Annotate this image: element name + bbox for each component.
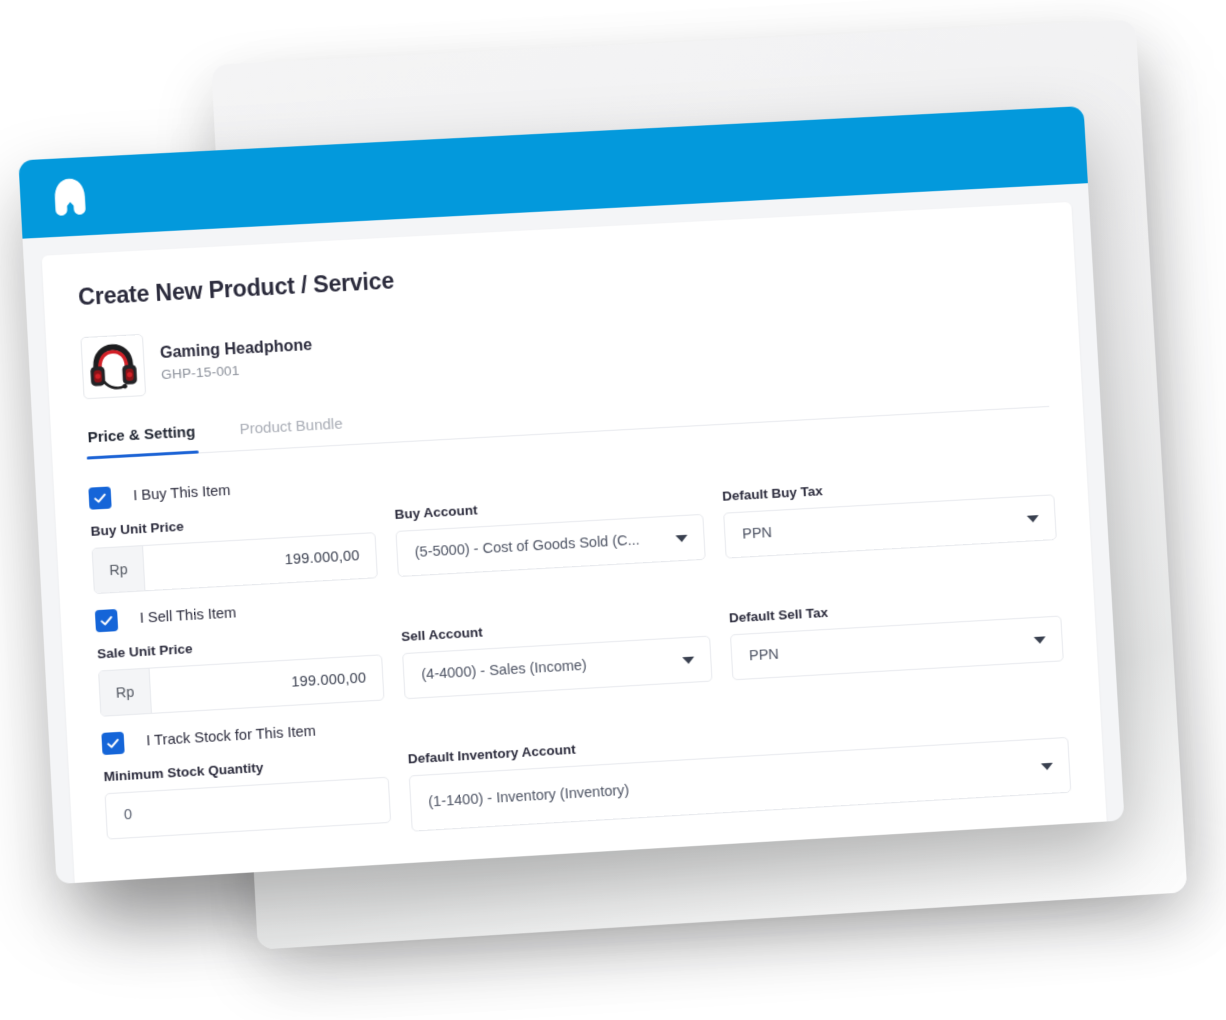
default-sell-tax-select[interactable]: PPN [729, 615, 1064, 681]
buy-unit-price-input-group[interactable]: Rp 199.000,00 [91, 532, 378, 595]
default-sell-tax-field: Default Sell Tax PPN [729, 592, 1064, 681]
tab-price-and-setting[interactable]: Price & Setting [85, 423, 198, 458]
checkbox-i-buy-this-item[interactable] [88, 486, 112, 510]
sale-currency-prefix: Rp [99, 668, 152, 716]
sell-account-value: (4-4000) - Sales (Income) [420, 657, 588, 684]
buy-unit-price-input[interactable]: 199.000,00 [143, 533, 377, 590]
sale-unit-price-input[interactable]: 199.000,00 [150, 655, 384, 712]
default-buy-tax-select[interactable]: PPN [723, 494, 1057, 559]
default-buy-tax-field: Default Buy Tax PPN [722, 470, 1057, 559]
check-icon [93, 491, 108, 506]
checkbox-i-track-stock-for-this-item[interactable] [101, 731, 125, 756]
chevron-down-icon [1040, 762, 1054, 770]
application-window: Create New Product / Service Gaming Head… [18, 105, 1125, 885]
sale-unit-price-input-group[interactable]: Rp 199.000,00 [98, 654, 385, 717]
buy-unit-price-field: Buy Unit Price Rp 199.000,00 [90, 508, 378, 595]
accurate-arch-logo-icon [45, 173, 94, 221]
minimum-stock-quantity-input[interactable]: 0 [104, 776, 392, 840]
sell-item-checkbox-label: I Sell This Item [139, 605, 237, 627]
sell-account-field: Sell Account (4-4000) - Sales (Income) [401, 612, 713, 700]
product-text-block: Gaming Headphone GHP-15-001 [160, 335, 314, 384]
buy-account-value: (5-5000) - Cost of Goods Sold (C... [414, 532, 641, 562]
buy-account-select[interactable]: (5-5000) - Cost of Goods Sold (C... [395, 513, 706, 578]
buy-currency-prefix: Rp [92, 546, 146, 594]
tab-product-bundle[interactable]: Product Bundle [237, 415, 346, 450]
check-icon [106, 736, 121, 751]
check-icon [99, 613, 114, 628]
buy-account-field: Buy Account (5-5000) - Cost of Goods Sol… [394, 490, 706, 578]
screenshot-stage: Create New Product / Service Gaming Head… [0, 0, 1226, 1020]
chevron-down-icon [682, 656, 695, 664]
chevron-down-icon [1026, 514, 1039, 523]
default-inventory-account-value: (1-1400) - Inventory (Inventory) [427, 782, 630, 811]
chevron-down-icon [675, 534, 688, 542]
gaming-headset-image-icon [84, 337, 143, 396]
minimum-stock-quantity-field: Minimum Stock Quantity 0 [103, 753, 392, 840]
default-buy-tax-value: PPN [741, 525, 773, 543]
default-sell-tax-value: PPN [748, 646, 780, 665]
chevron-down-icon [1033, 635, 1046, 644]
product-thumbnail [80, 333, 147, 400]
buy-item-checkbox-label: I Buy This Item [132, 482, 231, 505]
checkbox-i-sell-this-item[interactable] [94, 608, 119, 633]
content-card: Create New Product / Service Gaming Head… [41, 201, 1109, 885]
sale-unit-price-field: Sale Unit Price Rp 199.000,00 [97, 630, 385, 717]
sell-account-select[interactable]: (4-4000) - Sales (Income) [402, 635, 713, 700]
